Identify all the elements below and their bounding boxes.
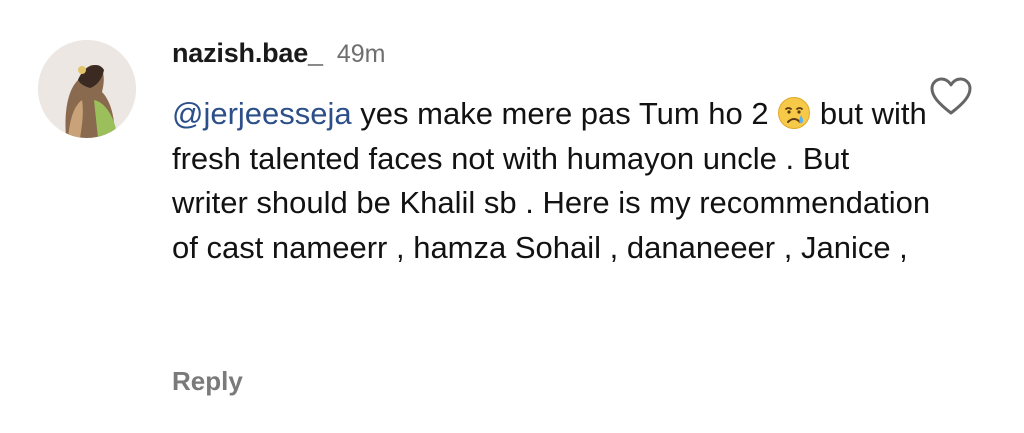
comment-item: nazish.bae_ 49m @jerjeesseja yes make me… <box>0 0 1024 433</box>
comment-text-part1: yes make mere pas Tum ho 2 <box>351 96 778 131</box>
avatar[interactable] <box>38 40 136 138</box>
profile-photo <box>38 40 136 138</box>
reply-button[interactable]: Reply <box>172 366 243 397</box>
timestamp: 49m <box>336 40 386 68</box>
username[interactable]: nazish.bae_ <box>172 38 323 69</box>
comment-body: @jerjeesseja yes make mere pas Tum ho 2 … <box>172 92 932 270</box>
comment-header: nazish.bae_ 49m <box>172 38 386 74</box>
crying-face-icon <box>777 96 811 130</box>
heart-outline-icon[interactable] <box>928 76 974 116</box>
mention-link[interactable]: @jerjeesseja <box>172 96 352 131</box>
